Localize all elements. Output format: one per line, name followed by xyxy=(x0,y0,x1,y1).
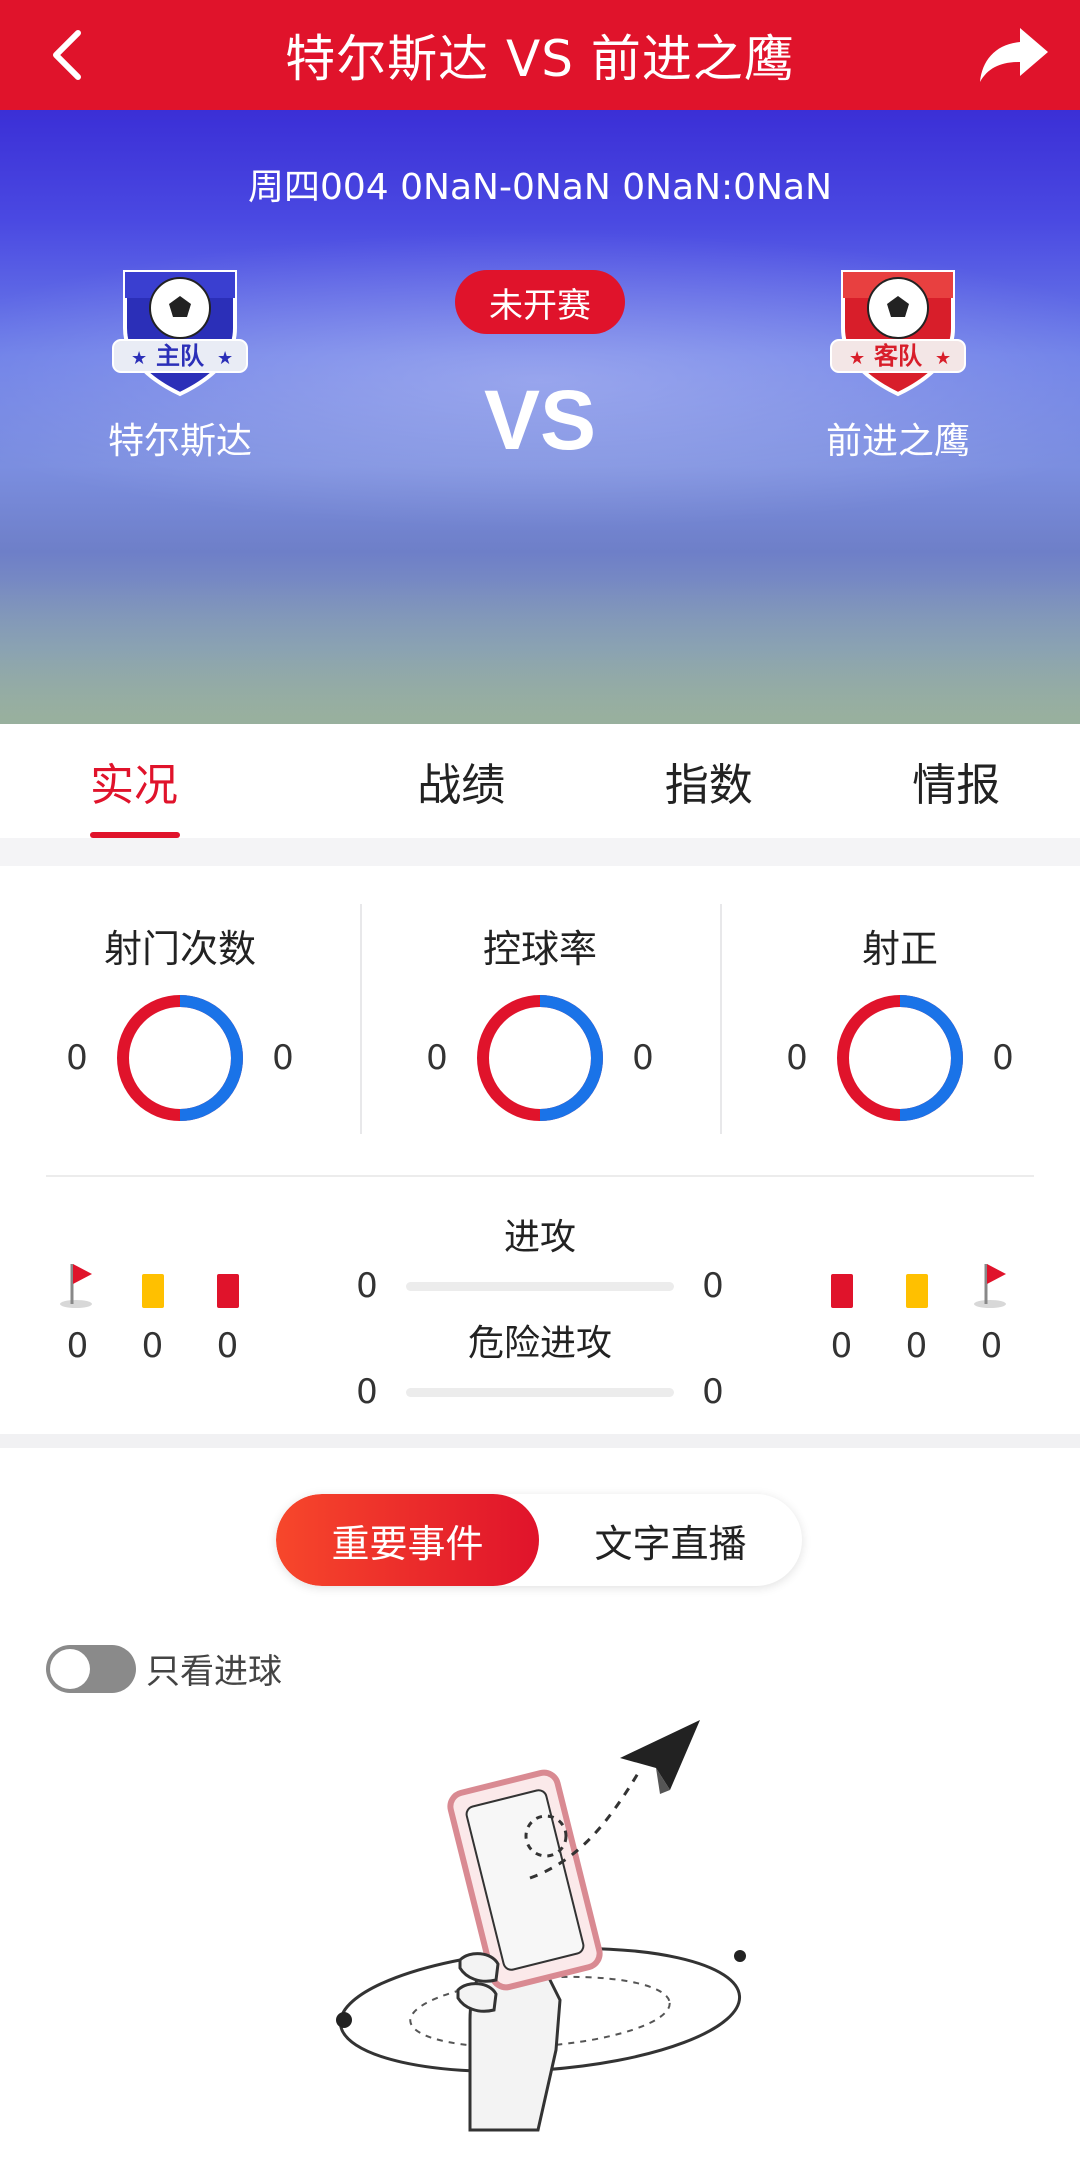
top-bar: 特尔斯达 VS 前进之鹰 xyxy=(0,0,1080,110)
ring-stat-on-target: 射正 0 0 xyxy=(720,866,1080,1176)
dangerous-label: 危险进攻 xyxy=(467,1323,612,1364)
section-gap xyxy=(0,838,1080,866)
divider xyxy=(46,1175,1034,1177)
chevron-left-icon[interactable] xyxy=(40,25,100,85)
ring-stat-possession: 控球率 0 0 xyxy=(360,866,720,1176)
away-value: 0 xyxy=(272,1038,294,1078)
red-card-icon xyxy=(830,1274,853,1308)
only-goals-label: 只看进球 xyxy=(146,1652,282,1692)
home-yellow-value: 0 xyxy=(141,1326,164,1366)
red-card-icon xyxy=(216,1274,239,1308)
home-red: 0 xyxy=(190,1258,265,1366)
away-corners: 0 xyxy=(954,1258,1029,1366)
away-value: 0 xyxy=(632,1038,654,1078)
ring-stat-shots: 射门次数 0 0 xyxy=(0,866,360,1176)
ring-label: 控球率 xyxy=(482,927,597,971)
svg-text:★: ★ xyxy=(849,348,865,369)
ring-stats: 射门次数 0 0 控球率 0 0 射正 0 0 xyxy=(0,866,1080,1176)
segment-key-events[interactable]: 重要事件 xyxy=(276,1494,539,1586)
events-segmented-control: 重要事件 文字直播 xyxy=(276,1494,802,1586)
away-red-value: 0 xyxy=(830,1326,853,1366)
home-yellow: 0 xyxy=(115,1258,190,1366)
hero-pitch-blur xyxy=(0,580,1080,724)
section-gap xyxy=(0,1434,1080,1448)
match-status-badge: 未开赛 xyxy=(455,270,625,334)
tab-record[interactable]: 战绩 xyxy=(338,724,586,838)
away-red: 0 xyxy=(804,1258,879,1366)
home-value: 0 xyxy=(66,1038,88,1078)
home-badge-text: 主队 xyxy=(156,342,205,370)
away-team-name: 前进之鹰 xyxy=(825,421,970,462)
away-corners-value: 0 xyxy=(980,1326,1003,1366)
corner-flag-icon xyxy=(973,1264,1006,1308)
away-badge-icon: 客队 ★ ★ xyxy=(830,270,966,397)
tab-odds[interactable]: 指数 xyxy=(585,724,833,838)
segment-text-live[interactable]: 文字直播 xyxy=(539,1494,802,1586)
home-side-stats: 0 0 0 xyxy=(40,1258,265,1366)
dangerous-attacks-bar: 危险进攻 0 0 xyxy=(350,1314,730,1412)
away-value: 0 xyxy=(992,1038,1014,1078)
attacks-label: 进攻 xyxy=(503,1217,576,1258)
svg-text:★: ★ xyxy=(935,348,951,369)
ring-label: 射门次数 xyxy=(103,927,256,971)
ring-chart xyxy=(117,995,243,1121)
dangerous-track xyxy=(406,1387,674,1397)
ring-chart xyxy=(837,995,963,1121)
only-goals-toggle-row: 只看进球 xyxy=(46,1644,282,1693)
corner-flag-icon xyxy=(59,1264,92,1308)
tab-bar: 实况 战绩 指数 情报 xyxy=(0,724,1080,838)
svg-text:★: ★ xyxy=(131,348,147,369)
ring-label: 射正 xyxy=(861,927,938,971)
yellow-card-icon xyxy=(905,1274,928,1308)
dangerous-away: 0 xyxy=(702,1372,724,1412)
switch-knob xyxy=(50,1648,90,1689)
attack-stats: 0 0 0 进攻 0 0 危险进攻 0 0 0 0 0 xyxy=(0,1178,1080,1434)
away-team[interactable]: 客队 ★ ★ 前进之鹰 xyxy=(778,258,1018,464)
attacks-away: 0 xyxy=(702,1266,724,1306)
home-corners: 0 xyxy=(40,1258,115,1366)
page-title: 特尔斯达 VS 前进之鹰 xyxy=(285,30,795,88)
only-goals-switch[interactable] xyxy=(46,1644,136,1693)
dangerous-home: 0 xyxy=(356,1372,378,1412)
home-corners-value: 0 xyxy=(66,1326,89,1366)
attacks-home: 0 xyxy=(356,1266,378,1306)
away-badge-text: 客队 xyxy=(874,342,923,370)
ring-chart xyxy=(477,995,603,1121)
away-yellow: 0 xyxy=(879,1258,954,1366)
home-value: 0 xyxy=(786,1038,808,1078)
match-hero: 周四004 0NaN-0NaN 0NaN:0NaN 主队 ★ ★ 特尔斯达 未开… xyxy=(0,110,1080,724)
home-value: 0 xyxy=(426,1038,448,1078)
tab-live[interactable]: 实况 xyxy=(0,724,338,838)
attacks-track xyxy=(406,1281,674,1291)
empty-state-illustration xyxy=(336,1720,746,2132)
away-side-stats: 0 0 0 xyxy=(804,1258,1029,1366)
home-red-value: 0 xyxy=(216,1326,239,1366)
tab-intel[interactable]: 情报 xyxy=(833,724,1080,838)
share-arrow-icon[interactable] xyxy=(976,22,1052,88)
attacks-bar: 进攻 0 0 xyxy=(350,1208,730,1306)
yellow-card-icon xyxy=(141,1274,164,1308)
away-yellow-value: 0 xyxy=(905,1326,928,1366)
svg-text:★: ★ xyxy=(217,348,233,369)
match-info: 周四004 0NaN-0NaN 0NaN:0NaN xyxy=(247,167,832,208)
